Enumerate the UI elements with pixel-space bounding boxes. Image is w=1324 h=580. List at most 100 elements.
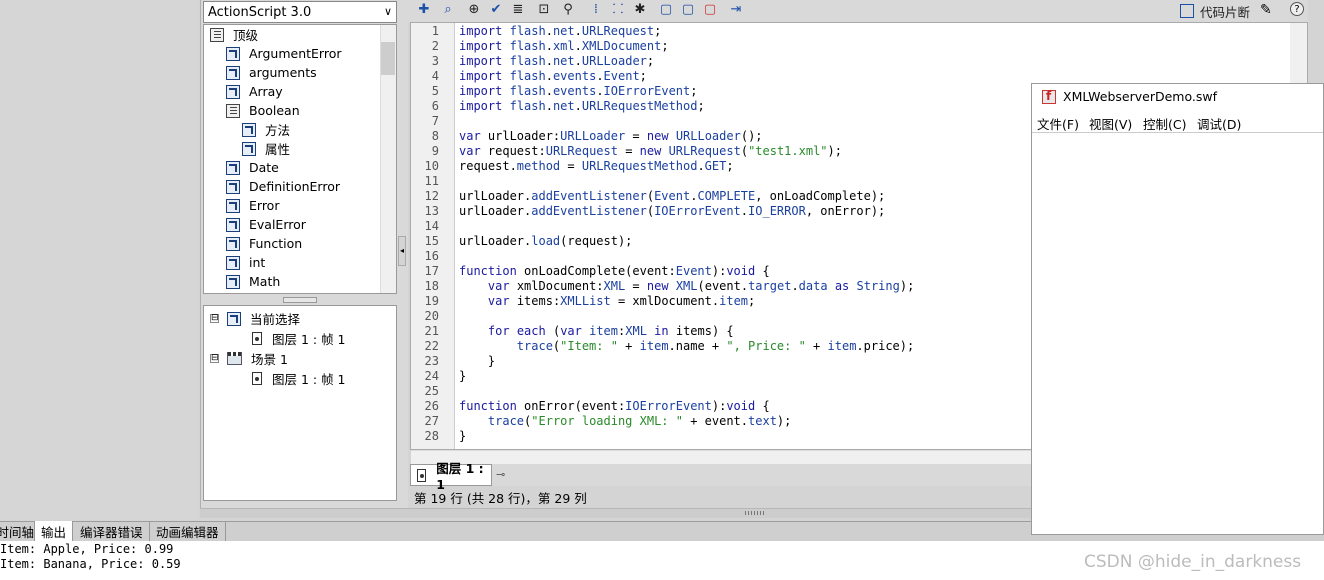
code-line[interactable]: import flash.xml.XMLDocument; [459,39,669,53]
swf-player-window[interactable] [1031,83,1324,535]
comment-icon[interactable]: ▢ [658,2,674,18]
class-icon [226,179,240,194]
nav-scene[interactable]: ⊟ 场景 1 [210,349,288,368]
uncomment-icon[interactable]: ▢ [702,2,718,18]
check-icon[interactable]: ✔ [488,2,504,18]
toolbox-item-properties[interactable]: 属性 [242,139,290,158]
splitter-grip[interactable] [745,511,765,515]
format-icon[interactable]: ≣ [510,2,526,18]
toolbox-item-error[interactable]: Error [226,196,279,215]
code-line[interactable]: var items:XMLList = xmlDocument.item; [459,294,755,308]
tab-output[interactable]: 输出 [35,521,74,541]
script-navigator[interactable]: ⊟ 当前选择 图层 1 : 帧 1 ⊟ 场景 1 图层 1 : 帧 1 [203,305,397,501]
find-icon[interactable]: ⌕ [440,2,456,18]
code-line[interactable]: urlLoader.addEventListener(IOErrorEvent.… [459,204,885,218]
line-number: 18 [424,279,439,293]
class-icon [226,217,240,232]
editor-horizontal-scrollbar[interactable] [411,450,1031,464]
code-line[interactable]: import flash.net.URLRequestMethod; [459,99,705,113]
toolbox-item-array[interactable]: Array [226,82,283,101]
code-line[interactable]: function onError(event:IOErrorEvent):voi… [459,399,770,413]
toolbox-scroll-thumb[interactable] [381,42,395,75]
toolbox-splitter[interactable] [203,296,397,304]
tab-motion-editor[interactable]: 动画编辑器 [150,521,226,541]
tab-timeline[interactable]: 时间轴 [0,521,35,541]
menu-file[interactable]: 文件(F) [1037,114,1079,133]
code-line[interactable]: function onLoadComplete(event:Event):voi… [459,264,770,278]
class-icon [226,84,240,99]
code-line[interactable]: } [459,369,466,383]
line-comment-icon[interactable]: ▢ [680,2,696,18]
wand-icon[interactable]: ✎ [1260,2,1278,20]
code-line[interactable]: import flash.events.IOErrorEvent; [459,84,697,98]
line-number: 6 [431,99,439,113]
line-number: 24 [424,369,439,383]
toolbox-item-evalerror[interactable]: EvalError [226,215,306,234]
line-number: 7 [431,114,439,128]
code-line[interactable]: urlLoader.addEventListener(Event.COMPLET… [459,189,885,203]
code-line[interactable]: var urlLoader:URLLoader = new URLLoader(… [459,129,763,143]
code-line[interactable]: } [459,354,495,368]
chevron-down-icon[interactable]: ∨ [384,5,392,18]
nav-current-selection[interactable]: ⊟ 当前选择 [210,309,300,328]
nav-layer-frame[interactable]: 图层 1 : 帧 1 [252,329,346,348]
line-number: 5 [431,84,439,98]
line-number: 11 [424,174,439,188]
help-icon[interactable]: ? [1290,2,1304,16]
line-number: 12 [424,189,439,203]
pin-icon[interactable]: ⊸ [496,468,510,482]
toolbox-item-date[interactable]: Date [226,158,279,177]
toolbox-item-function[interactable]: Function [226,234,302,253]
language-select[interactable]: ActionScript 3.0 ∨ [203,1,397,23]
toolbox-item-arguments[interactable]: arguments [226,63,317,82]
code-line[interactable]: urlLoader.load(request); [459,234,632,248]
tab-compiler-errors[interactable]: 编译器错误 [74,521,150,541]
code-line[interactable]: import flash.events.Event; [459,69,647,83]
code-line[interactable]: import flash.net.URLRequest; [459,24,661,38]
code-line[interactable]: trace("Error loading XML: " + event.text… [459,414,791,428]
scene-icon [227,352,242,365]
toolbox-item-math[interactable]: Math [226,272,280,291]
splitter-grip[interactable] [283,297,317,303]
toolbox-item-top-level[interactable]: 顶级 [210,25,258,44]
menu-view[interactable]: 视图(V) [1089,114,1132,133]
script-tab[interactable]: 图层 1 : 1 [410,461,492,492]
line-number: 23 [424,354,439,368]
code-line[interactable]: var xmlDocument:XML = new XML(event.targ… [459,279,914,293]
code-line[interactable]: } [459,429,466,443]
toolbox-item-int[interactable]: int [226,253,265,272]
code-line[interactable]: import flash.net.URLLoader; [459,54,654,68]
collapse-icon[interactable]: ⁞ [588,2,604,18]
line-number: 1 [431,24,439,38]
toolbox-item-boolean[interactable]: Boolean [226,101,300,120]
actions-toolbox[interactable]: 顶级 ArgumentError arguments Array Boolean… [203,24,397,294]
target-icon[interactable]: ⊕ [466,2,482,18]
toolbox-item-methods[interactable]: 方法 [242,120,290,139]
class-icon [226,160,240,175]
collapse-icon[interactable]: ⊟ [210,314,219,323]
line-number: 4 [431,69,439,83]
menu-control[interactable]: 控制(C) [1143,114,1186,133]
debug-icon[interactable]: ⊡ [536,2,552,18]
code-line[interactable]: request.method = URLRequestMethod.GET; [459,159,734,173]
toolbox-item-definitionerror[interactable]: DefinitionError [226,177,340,196]
code-hint-icon[interactable]: ⚲ [560,2,576,18]
class-icon [226,198,240,213]
code-line[interactable]: for each (var item:XML in items) { [459,324,734,338]
nav-scene-layer-frame[interactable]: 图层 1 : 帧 1 [252,369,346,388]
show-toolbox-icon[interactable]: ⇥ [728,2,744,18]
expand-all-icon[interactable]: ✱ [632,2,648,18]
collapse-icon[interactable]: ⊟ [210,354,219,363]
toolbox-item-argumenterror[interactable]: ArgumentError [226,44,342,63]
flash-player-icon [1042,89,1056,104]
code-snippets-button[interactable]: 代码片断 [1180,2,1250,20]
frame-icon [252,372,262,385]
collapse-pane-button[interactable]: ◂ [398,236,406,266]
class-icon [242,122,256,137]
code-line[interactable]: var request:URLRequest = new URLRequest(… [459,144,842,158]
line-number: 16 [424,249,439,263]
code-line[interactable]: trace("Item: " + item.name + ", Price: "… [459,339,914,353]
menu-debug[interactable]: 调试(D) [1197,114,1241,133]
collapse-selection-icon[interactable]: ⸬ [610,2,626,18]
add-icon[interactable]: ✚ [416,2,432,18]
